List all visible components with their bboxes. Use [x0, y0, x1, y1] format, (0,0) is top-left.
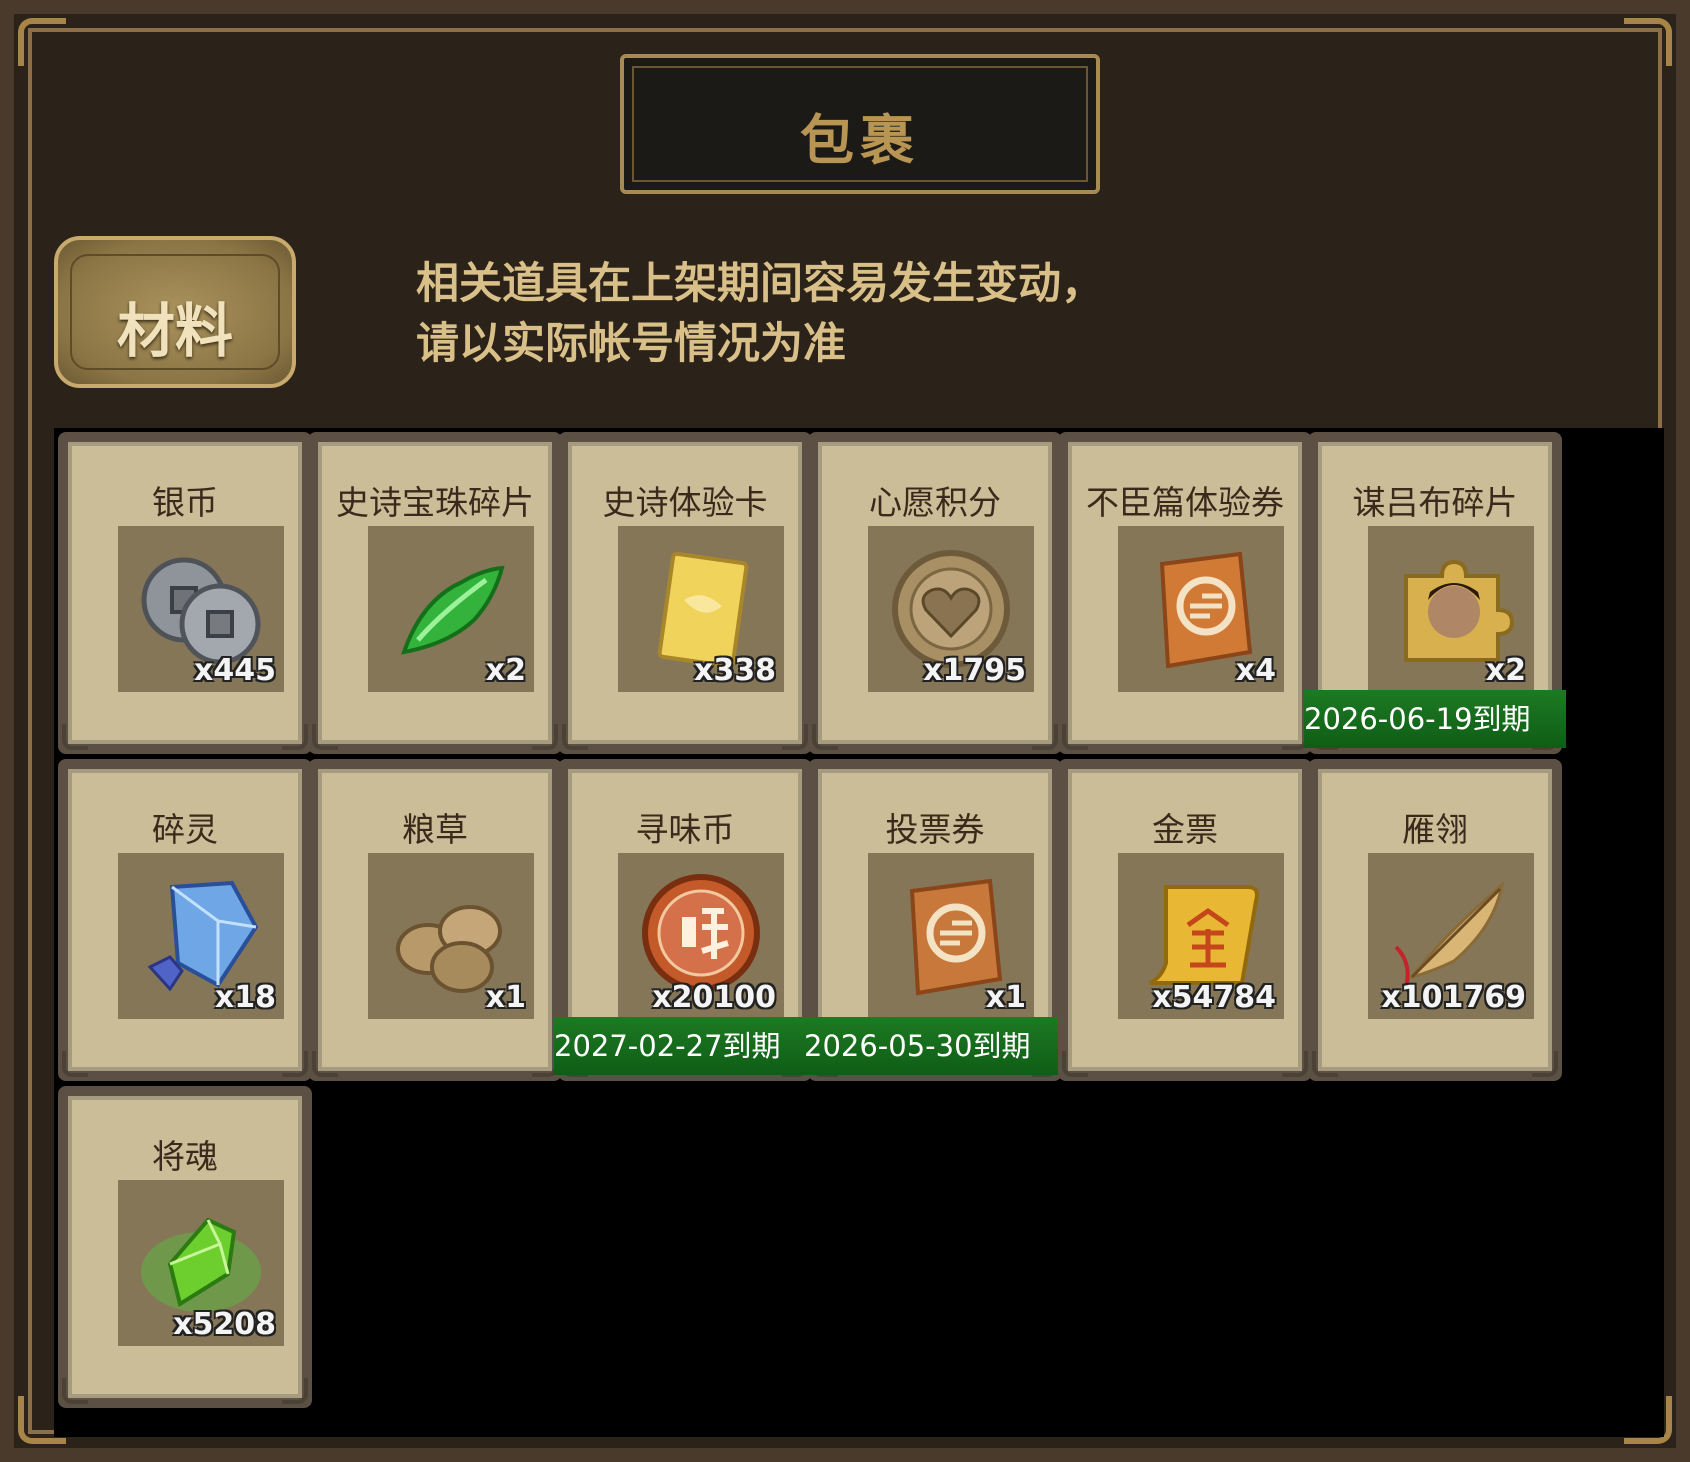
- item-icon-well: x338: [618, 526, 784, 692]
- item-card: 雁翎 x101769: [1308, 759, 1562, 1081]
- item-grid: 银币 x445 史诗宝珠碎片 x2 史诗体验卡 x338 心愿积分 x1795 …: [54, 428, 1664, 1437]
- item-name: 谋吕布碎片: [1352, 483, 1518, 522]
- item-name: 史诗体验卡: [602, 483, 768, 522]
- item-card: 将魂 x5208: [58, 1086, 312, 1408]
- title-plate: 包裹: [620, 54, 1100, 194]
- item-card: 粮草 x1: [308, 759, 562, 1081]
- item-slot[interactable]: 将魂 x5208: [54, 1082, 316, 1412]
- notice-text: 相关道具在上架期间容易发生变动， 请以实际帐号情况为准: [416, 254, 1104, 374]
- item-quantity: x2: [1485, 653, 1526, 688]
- item-slot[interactable]: 不臣篇体验券 x4: [1054, 428, 1316, 758]
- item-slot[interactable]: 粮草 x1: [304, 755, 566, 1085]
- notice-line-1: 相关道具在上架期间容易发生变动，: [416, 259, 1104, 309]
- item-quantity: x18: [214, 980, 276, 1015]
- item-slot[interactable]: 碎灵 x18: [54, 755, 316, 1085]
- item-name: 碎灵: [152, 810, 218, 849]
- item-quantity: x5208: [173, 1307, 276, 1342]
- item-icon-well: x1: [868, 853, 1034, 1019]
- item-icon-well: x1: [368, 853, 534, 1019]
- item-name: 不臣篇体验券: [1086, 483, 1284, 522]
- item-name: 史诗宝珠碎片: [336, 483, 534, 522]
- item-quantity: x1: [985, 980, 1026, 1015]
- item-card: 史诗宝珠碎片 x2: [308, 432, 562, 754]
- item-card: 史诗体验卡 x338: [558, 432, 812, 754]
- item-quantity: x101769: [1381, 980, 1526, 1015]
- item-icon-well: x2: [368, 526, 534, 692]
- item-card: 碎灵 x18: [58, 759, 312, 1081]
- tab-materials[interactable]: 材料: [54, 236, 296, 388]
- item-name: 将魂: [152, 1137, 218, 1176]
- expiry-banner: 2026-06-19到期: [1304, 690, 1566, 748]
- item-name: 雁翎: [1402, 810, 1468, 849]
- item-icon-well: x101769: [1368, 853, 1534, 1019]
- item-icon-well: x20100: [618, 853, 784, 1019]
- item-slot[interactable]: 雁翎 x101769: [1304, 755, 1566, 1085]
- expiry-banner: 2026-05-30到期: [804, 1017, 1066, 1075]
- corner-ornament: [18, 18, 66, 66]
- item-name: 投票券: [885, 810, 985, 849]
- item-name: 寻味币: [635, 810, 735, 849]
- expiry-banner: 2027-02-27到期: [554, 1017, 816, 1075]
- item-icon-well: x445: [118, 526, 284, 692]
- item-icon-well: x5208: [118, 1180, 284, 1346]
- corner-ornament: [1624, 18, 1672, 66]
- tab-materials-label: 材料: [116, 297, 233, 365]
- bag-window: 包裹 材料 相关道具在上架期间容易发生变动， 请以实际帐号情况为准 银币 x44…: [0, 0, 1690, 1462]
- item-quantity: x1: [485, 980, 526, 1015]
- window-title: 包裹: [800, 109, 920, 172]
- item-quantity: x1795: [923, 653, 1026, 688]
- item-quantity: x20100: [652, 980, 776, 1015]
- item-slot[interactable]: 寻味币 x20100 2027-02-27到期: [554, 755, 816, 1085]
- notice-line-2: 请以实际帐号情况为准: [416, 319, 846, 369]
- item-card: 不臣篇体验券 x4: [1058, 432, 1312, 754]
- item-quantity: x4: [1235, 653, 1276, 688]
- item-card: 银币 x445: [58, 432, 312, 754]
- item-name: 金票: [1152, 810, 1218, 849]
- item-card: 心愿积分 x1795: [808, 432, 1062, 754]
- item-quantity: x54784: [1152, 980, 1276, 1015]
- item-icon-well: x1795: [868, 526, 1034, 692]
- item-quantity: x445: [194, 653, 276, 688]
- item-name: 心愿积分: [869, 483, 1001, 522]
- item-slot[interactable]: 谋吕布碎片 x2 2026-06-19到期: [1304, 428, 1566, 758]
- item-slot[interactable]: 心愿积分 x1795: [804, 428, 1066, 758]
- item-quantity: x2: [485, 653, 526, 688]
- item-slot[interactable]: 史诗体验卡 x338: [554, 428, 816, 758]
- item-card: 金票 x54784: [1058, 759, 1312, 1081]
- item-name: 银币: [152, 483, 218, 522]
- item-name: 粮草: [402, 810, 468, 849]
- item-slot[interactable]: 投票券 x1 2026-05-30到期: [804, 755, 1066, 1085]
- item-slot[interactable]: 银币 x445: [54, 428, 316, 758]
- item-slot[interactable]: 金票 x54784: [1054, 755, 1316, 1085]
- item-icon-well: x18: [118, 853, 284, 1019]
- item-icon-well: x4: [1118, 526, 1284, 692]
- item-slot[interactable]: 史诗宝珠碎片 x2: [304, 428, 566, 758]
- item-quantity: x338: [694, 653, 776, 688]
- item-icon-well: x54784: [1118, 853, 1284, 1019]
- item-icon-well: x2: [1368, 526, 1534, 692]
